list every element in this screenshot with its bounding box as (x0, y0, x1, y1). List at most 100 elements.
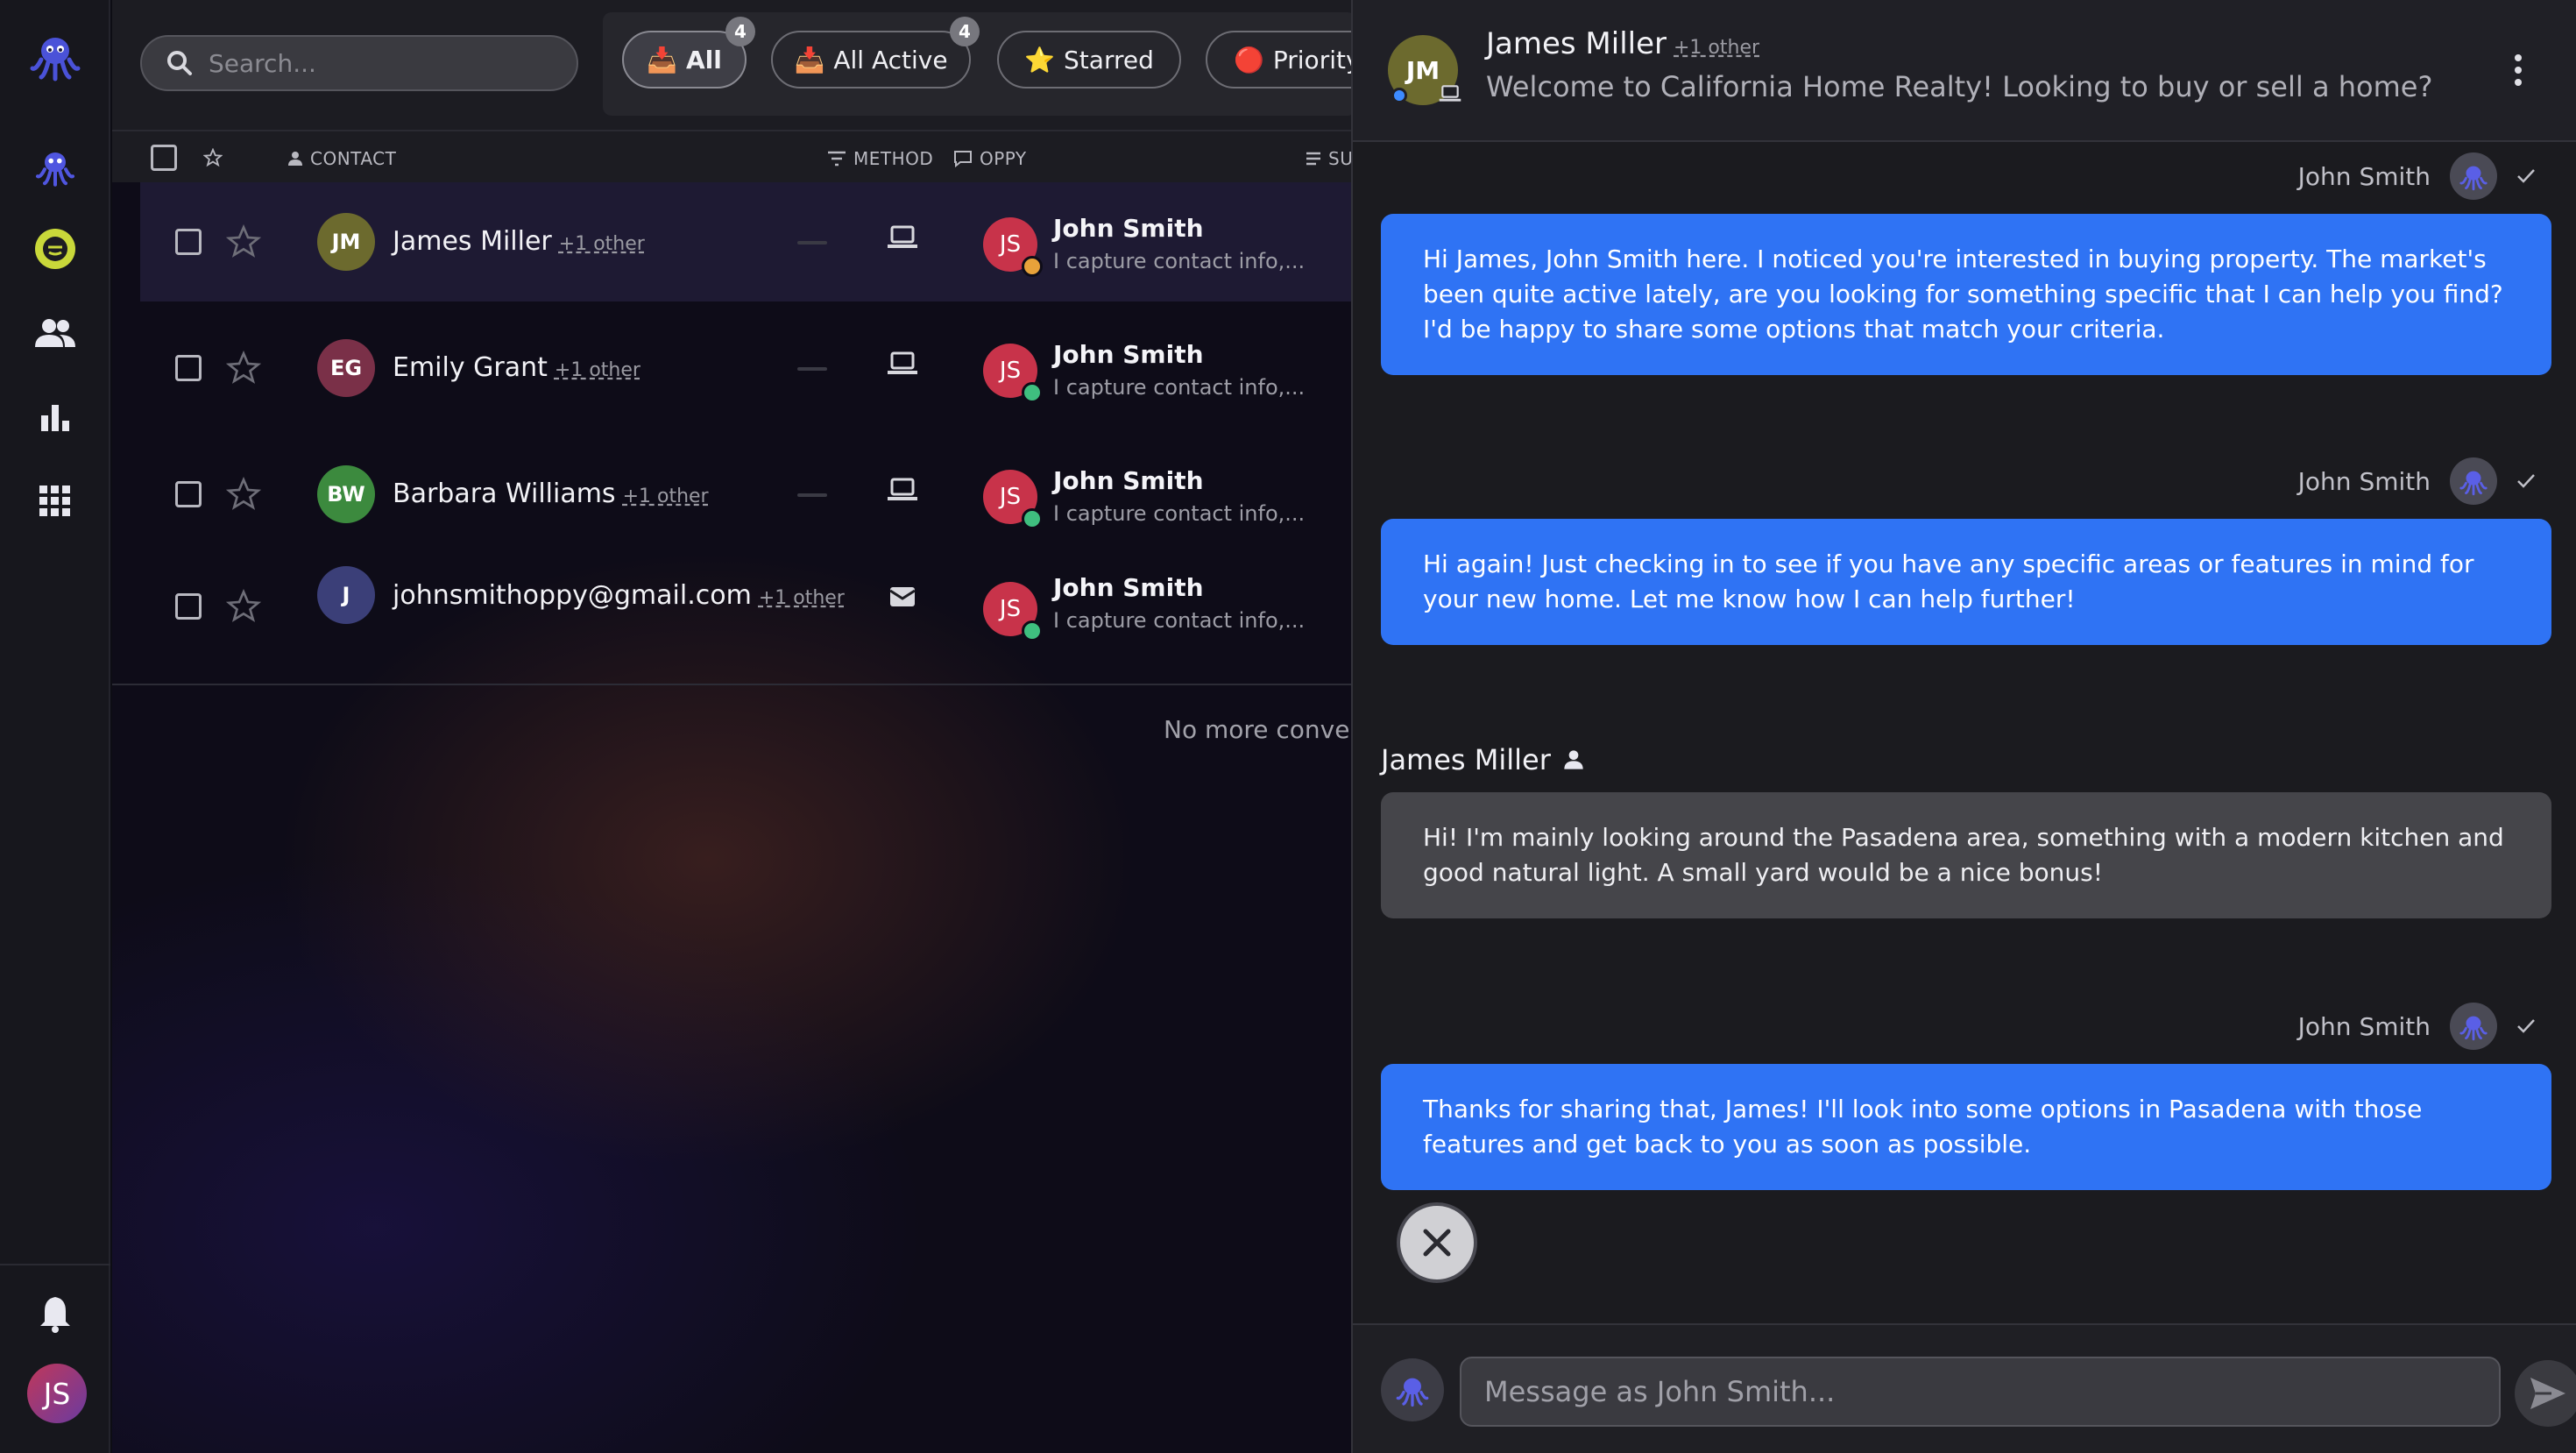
red-circle-icon: 🔴 (1234, 45, 1264, 74)
bell-icon[interactable] (25, 1285, 85, 1344)
apps-grid-icon[interactable] (25, 471, 85, 531)
column-contact[interactable]: CONTACT (287, 148, 396, 169)
count-badge: 4 (950, 17, 980, 46)
message-sender: John Smith (2298, 1003, 2536, 1050)
contacts-icon[interactable] (25, 303, 85, 363)
person-icon (1564, 750, 1583, 769)
filter-starred[interactable]: ⭐ Starred (997, 31, 1181, 89)
octopus-avatar-icon (2450, 457, 2497, 505)
divider-dash (797, 367, 827, 371)
row-checkbox[interactable] (175, 355, 202, 381)
star-icon[interactable] (226, 589, 261, 624)
star-icon[interactable] (226, 477, 261, 512)
more-options-icon[interactable] (2513, 53, 2523, 88)
contact-name[interactable]: James Miller +1 other (393, 226, 645, 257)
row-checkbox[interactable] (175, 481, 202, 507)
table-row[interactable]: JM James Miller +1 other JS John Smith I … (140, 182, 1351, 301)
chat-bot-icon[interactable] (25, 219, 85, 279)
filter-all[interactable]: 📥 All 4 (622, 17, 755, 89)
mail-icon (889, 587, 916, 606)
other-link[interactable]: +1 other (759, 587, 845, 609)
star-icon: ⭐ (1024, 45, 1056, 74)
close-icon (1423, 1229, 1451, 1257)
check-icon (2517, 1019, 2535, 1033)
filter-all-active[interactable]: 📥 All Active 4 (771, 17, 980, 89)
oppy-name: John Smith (1053, 573, 1204, 602)
octopus-avatar-icon[interactable] (1381, 1358, 1444, 1421)
list-end-divider (112, 684, 1351, 685)
star-icon[interactable] (226, 351, 261, 386)
oppy-preview: I capture contact info,... (1053, 608, 1306, 633)
oppy-preview: I capture contact info,... (1053, 501, 1306, 526)
table-row[interactable]: J johnsmithoppy@gmail.com +1 other JS Joh… (140, 547, 1351, 666)
oppy-name: John Smith (1053, 340, 1204, 369)
close-button[interactable] (1397, 1202, 1477, 1283)
star-column-icon[interactable] (203, 148, 223, 167)
filter-priority[interactable]: 🔴 Priority (1206, 31, 1351, 89)
oppy-name: John Smith (1053, 466, 1204, 495)
play-status-icon (1022, 382, 1043, 403)
contact-avatar: EG (317, 339, 375, 397)
oppy-avatar: JS (983, 344, 1043, 403)
message-bubble-outgoing: Hi again! Just checking in to see if you… (1381, 519, 2551, 645)
row-checkbox[interactable] (175, 593, 202, 620)
message-sender: James Miller (1381, 743, 1584, 776)
column-oppy[interactable]: OPPY (953, 148, 1027, 169)
contact-name[interactable]: Emily Grant +1 other (393, 352, 640, 383)
column-subject[interactable]: SU (1306, 148, 1351, 169)
search-icon (167, 51, 192, 75)
message-sender: John Smith (2298, 152, 2536, 200)
play-status-icon (1022, 508, 1043, 529)
octopus-avatar-icon (2450, 1003, 2497, 1050)
contact-avatar: J (317, 566, 375, 624)
pause-status-icon (1022, 256, 1043, 277)
inbox-icon: 📥 (647, 45, 677, 74)
contact-avatar: JM (317, 213, 375, 271)
oppy-avatar: JS (983, 217, 1043, 277)
toolbar: 📥 All 4 📥 All Active 4 ⭐ Starred 🔴 Prior… (112, 0, 1351, 130)
check-icon (2517, 474, 2535, 488)
inbox-icon: 📥 (794, 45, 825, 74)
contact-name[interactable]: johnsmithoppy@gmail.com +1 other (393, 580, 845, 611)
rail-divider (0, 1264, 110, 1265)
column-method[interactable]: METHOD (827, 148, 933, 169)
other-link[interactable]: +1 other (623, 486, 709, 507)
message-input[interactable] (1460, 1357, 2501, 1427)
search-box[interactable] (140, 35, 578, 91)
send-button[interactable] (2515, 1360, 2576, 1427)
no-more-text: No more conver (1164, 715, 1351, 744)
octopus-logo-icon[interactable] (25, 26, 85, 86)
select-all-checkbox[interactable] (151, 145, 177, 171)
oppy-preview: I capture contact info,... (1053, 249, 1306, 273)
table-row[interactable]: BW Barbara Williams +1 other JS John Smit… (140, 435, 1351, 554)
search-input[interactable] (209, 48, 541, 78)
bar-chart-icon[interactable] (25, 387, 85, 447)
chat-contact-name: James Miller +1 other (1486, 26, 1760, 61)
message-sender: John Smith (2298, 457, 2536, 505)
divider-dash (797, 493, 827, 497)
filter-icon (828, 151, 846, 167)
message-bubble-outgoing: Thanks for sharing that, James! I'll loo… (1381, 1064, 2551, 1190)
other-link[interactable]: +1 other (555, 359, 640, 381)
table-row[interactable]: EG Emily Grant +1 other JS John Smith I c… (140, 308, 1351, 428)
chat-subtitle: Welcome to California Home Realty! Looki… (1486, 70, 2433, 103)
star-icon[interactable] (226, 224, 261, 259)
row-checkbox[interactable] (175, 229, 202, 255)
send-icon (2530, 1378, 2565, 1409)
other-link[interactable]: +1 other (1674, 37, 1759, 59)
left-rail: JS (0, 0, 110, 1453)
laptop-icon (1439, 85, 1461, 102)
chat-panel: JM James Miller +1 other Welcome to Calif… (1351, 0, 2576, 1453)
other-link[interactable]: +1 other (559, 233, 645, 255)
conversation-list: 📥 All 4 📥 All Active 4 ⭐ Starred 🔴 Prior… (112, 0, 1351, 1453)
contact-name[interactable]: Barbara Williams +1 other (393, 478, 709, 509)
check-icon (2517, 169, 2535, 183)
octopus-avatar-icon (2450, 152, 2497, 200)
laptop-icon (888, 478, 917, 500)
octopus-icon[interactable] (25, 137, 85, 196)
user-avatar[interactable]: JS (27, 1364, 87, 1423)
oppy-name: John Smith (1053, 214, 1204, 243)
divider-dash (797, 241, 827, 245)
chat-header: JM James Miller +1 other Welcome to Calif… (1353, 0, 2576, 142)
comment-icon (954, 151, 972, 167)
